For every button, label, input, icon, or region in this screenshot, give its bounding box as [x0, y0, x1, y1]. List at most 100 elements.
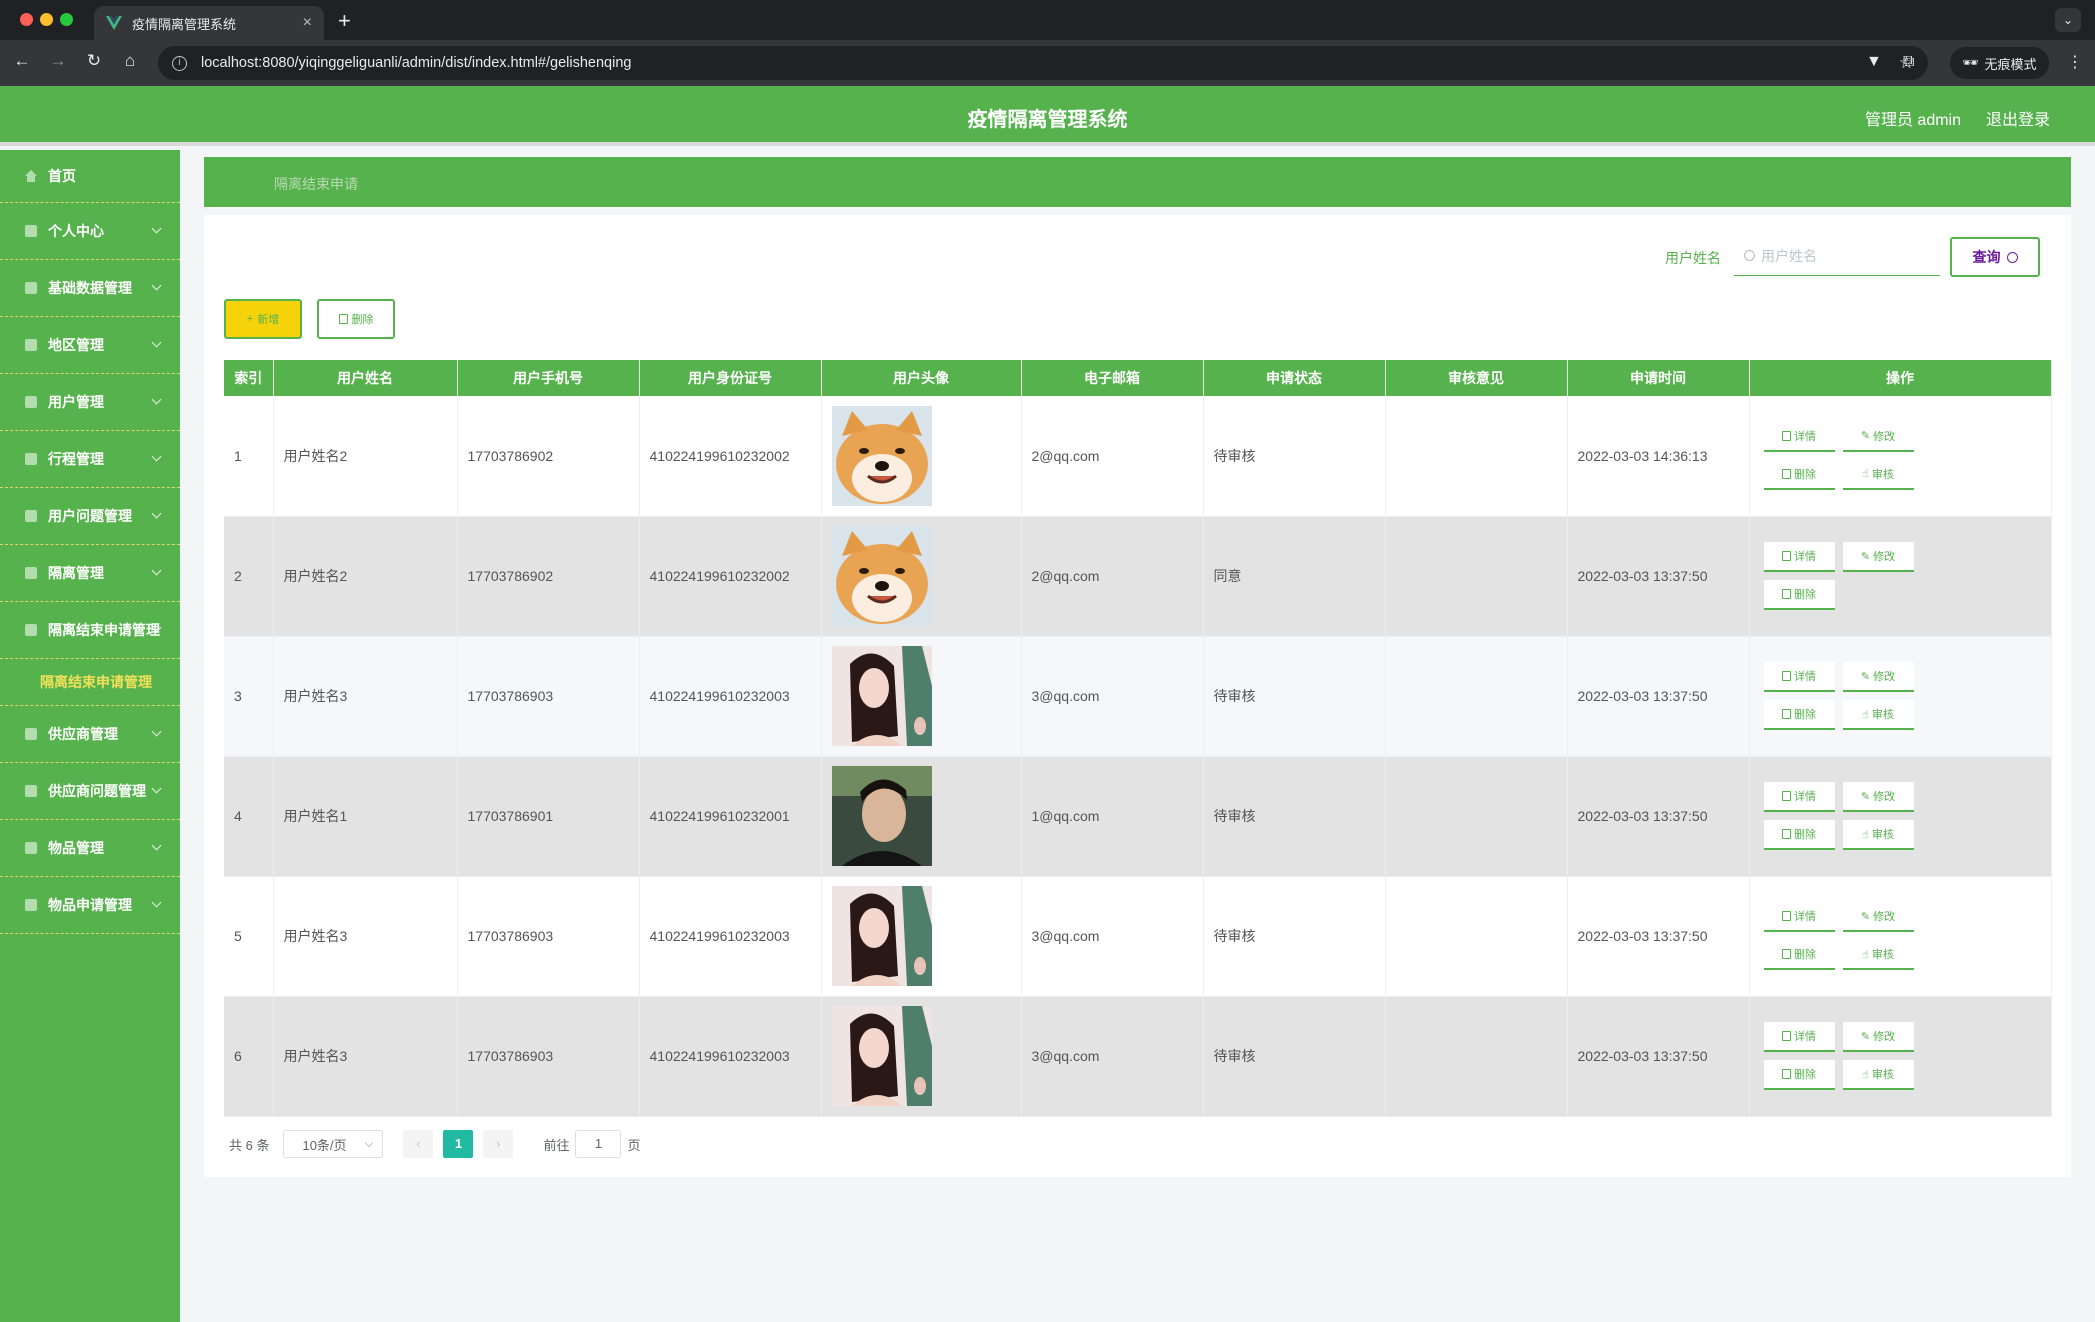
bulk-delete-button[interactable]: 删除 [317, 299, 395, 339]
sidebar-item[interactable]: 个人中心 [0, 203, 180, 260]
edit-button[interactable]: ✎ 修改 [1842, 662, 1914, 692]
extensions-puzzle-icon[interactable]: ⧉ [1903, 53, 1914, 71]
review-button[interactable]: ☝ 审核 [1842, 459, 1914, 490]
detail-button[interactable]: 详情 [1763, 662, 1835, 692]
detail-label: 详情 [1794, 671, 1816, 683]
sidebar-item[interactable]: 行程管理 [0, 431, 180, 488]
edit-button[interactable]: ✎ 修改 [1842, 782, 1914, 812]
delete-button[interactable]: 删除 [1763, 700, 1835, 730]
menu-icon [25, 899, 37, 911]
search-button[interactable]: 查询 [1950, 237, 2040, 277]
maximize-window-button[interactable] [60, 13, 73, 26]
site-info-icon[interactable]: i [172, 55, 187, 71]
logout-link[interactable]: 退出登录 [1986, 106, 2050, 130]
edit-button[interactable]: ✎ 修改 [1842, 421, 1914, 452]
column-header: 电子邮箱 [1021, 360, 1204, 396]
sidebar-item-home[interactable]: 首页 [0, 150, 180, 203]
column-header: 用户姓名 [273, 360, 458, 396]
search-input[interactable] [1761, 247, 1931, 264]
cell-email-text: 3@qq.com [1031, 1048, 1100, 1064]
vue-devtools-icon[interactable]: ▼ [1866, 53, 1882, 71]
sidebar-item[interactable]: 用户问题管理 [0, 488, 180, 545]
sidebar-item[interactable]: 用户管理 [0, 374, 180, 431]
cell-phone: 17703786903 [457, 996, 640, 1117]
delete-label: 删除 [1794, 1069, 1816, 1081]
detail-label: 详情 [1794, 430, 1816, 443]
prev-page-button[interactable]: ‹ [403, 1130, 434, 1158]
reload-icon[interactable]: ↻ [82, 51, 106, 71]
close-window-button[interactable] [20, 13, 33, 26]
delete-label: 删除 [1794, 949, 1816, 961]
table-row: 3 用户姓名3 17703786903 410224199610232003 3@qq.… [224, 636, 2052, 757]
sidebar-item-label: 地区管理 [48, 337, 104, 353]
sidebar-item[interactable]: 物品申请管理 [0, 877, 180, 934]
home-icon[interactable]: ⌂ [118, 51, 142, 71]
menu-icon [25, 624, 37, 636]
back-arrow-icon[interactable]: ← [10, 51, 34, 71]
sidebar-item[interactable]: 物品管理 [0, 820, 180, 877]
delete-button[interactable]: 删除 [1763, 1060, 1835, 1090]
sidebar-item[interactable]: 隔离结束申请管理 [0, 602, 180, 659]
detail-button[interactable]: 详情 [1763, 1022, 1835, 1052]
cell-opinion [1385, 516, 1568, 637]
cell-avatar [821, 636, 1022, 757]
cell-phone-text: 17703786903 [467, 1048, 554, 1064]
pagination: 共 6 条 10条/页 ‹ 1 › 前往 1 页 [229, 1130, 641, 1158]
detail-button[interactable]: 详情 [1763, 902, 1835, 932]
sidebar-item[interactable]: 基础数据管理 [0, 260, 180, 317]
browser-menu-icon[interactable]: ⋮ [2067, 52, 2083, 72]
detail-button[interactable]: 详情 [1763, 421, 1835, 452]
incognito-badge[interactable]: 🕶 无痕模式 [1950, 47, 2049, 79]
new-tab-button[interactable]: + [338, 8, 351, 34]
home-icon [25, 170, 37, 182]
sidebar-item[interactable]: 供应商问题管理 [0, 763, 180, 820]
cell-opinion [1385, 396, 1568, 517]
thumbs-up-icon: ☝ [1862, 828, 1869, 841]
goto-page-input[interactable]: 1 [575, 1130, 622, 1158]
cell-time: 2022-03-03 13:37:50 [1567, 876, 1750, 997]
cell-actions: 详情 ✎ 修改删除 ☝ 审核 [1749, 996, 2052, 1117]
detail-button[interactable]: 详情 [1763, 542, 1835, 572]
cell-opinion [1385, 876, 1568, 997]
close-tab-icon[interactable]: × [303, 14, 312, 32]
browser-tab[interactable]: 疫情隔离管理系统 × [94, 6, 324, 40]
thumbs-up-icon: ☝ [1862, 468, 1869, 481]
column-header: 索引 [224, 360, 274, 396]
cell-name-text: 用户姓名2 [283, 568, 348, 584]
sidebar-subitem-isolation-end-apply[interactable]: 隔离结束申请管理 [0, 659, 180, 706]
review-button[interactable]: ☝ 审核 [1842, 940, 1914, 970]
edit-button[interactable]: ✎ 修改 [1842, 542, 1914, 572]
cell-phone: 17703786903 [457, 636, 640, 757]
cell-time-text: 2022-03-03 13:37:50 [1577, 808, 1708, 824]
search-field[interactable] [1734, 236, 1940, 276]
detail-button[interactable]: 详情 [1763, 782, 1835, 812]
delete-button[interactable]: 删除 [1763, 940, 1835, 970]
chevron-down-icon [151, 337, 162, 348]
page-number-current[interactable]: 1 [443, 1130, 474, 1158]
tab-search-button[interactable]: ⌄ [2055, 8, 2081, 32]
sidebar-item[interactable]: 供应商管理 [0, 706, 180, 763]
delete-button[interactable]: 删除 [1763, 820, 1835, 850]
edit-button[interactable]: ✎ 修改 [1842, 902, 1914, 932]
minimize-window-button[interactable] [40, 13, 53, 26]
review-button[interactable]: ☝ 审核 [1842, 820, 1914, 850]
cell-status: 待审核 [1203, 636, 1386, 757]
edit-label: 修改 [1873, 671, 1896, 683]
sidebar-item[interactable]: 隔离管理 [0, 545, 180, 602]
review-button[interactable]: ☝ 审核 [1842, 700, 1914, 730]
next-page-button[interactable]: › [483, 1130, 514, 1158]
delete-button[interactable]: 删除 [1763, 459, 1835, 490]
page-size-select[interactable]: 10条/页 [283, 1130, 384, 1158]
delete-button[interactable]: 删除 [1763, 580, 1835, 610]
edit-button[interactable]: ✎ 修改 [1842, 1022, 1914, 1052]
chevron-down-icon [151, 508, 162, 519]
cell-email: 2@qq.com [1021, 396, 1204, 517]
forward-arrow-icon[interactable]: → [46, 51, 70, 71]
address-bar[interactable]: i localhost:8080/yiqinggeliguanli/admin/… [158, 46, 1928, 80]
sidebar-item-label: 首页 [48, 168, 76, 184]
review-button[interactable]: ☝ 审核 [1842, 1060, 1914, 1090]
cell-name: 用户姓名3 [273, 996, 458, 1117]
add-button[interactable]: + 新增 [224, 299, 302, 339]
cell-status-text: 待审核 [1213, 447, 1256, 464]
sidebar-item[interactable]: 地区管理 [0, 317, 180, 374]
